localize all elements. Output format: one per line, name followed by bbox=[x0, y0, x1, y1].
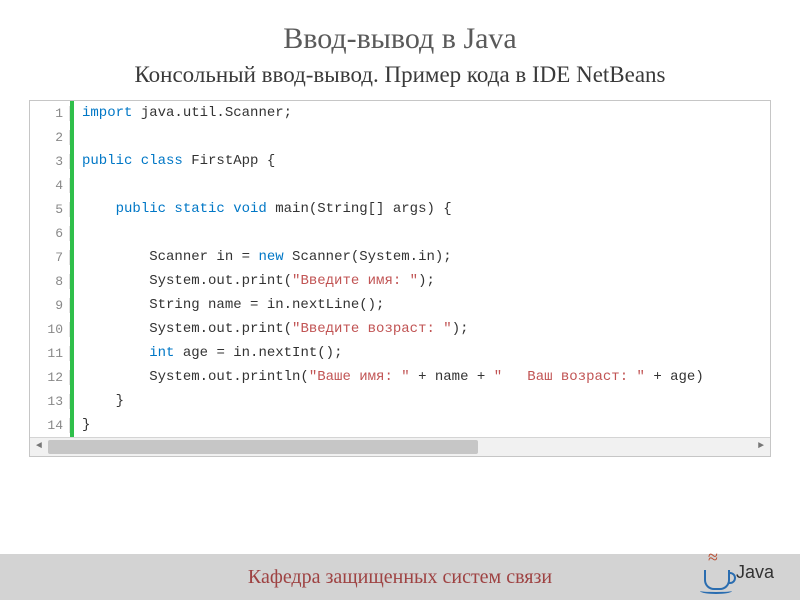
line-number: 9 bbox=[30, 298, 70, 313]
line-number: 13 bbox=[30, 394, 70, 409]
code-line: 11 int age = in.nextInt(); bbox=[30, 341, 770, 365]
code-text: Scanner in = new Scanner(System.in); bbox=[74, 249, 452, 265]
line-number: 5 bbox=[30, 202, 70, 217]
line-number: 10 bbox=[30, 322, 70, 337]
horizontal-scrollbar[interactable]: ◄ ► bbox=[30, 437, 770, 456]
code-line: 2 bbox=[30, 125, 770, 149]
code-line: 7 Scanner in = new Scanner(System.in); bbox=[30, 245, 770, 269]
code-text: } bbox=[74, 393, 124, 409]
saucer-icon bbox=[700, 588, 732, 594]
code-line: 3 public class FirstApp { bbox=[30, 149, 770, 173]
line-number: 11 bbox=[30, 346, 70, 361]
code-line: 1 import java.util.Scanner; bbox=[30, 101, 770, 125]
line-number: 12 bbox=[30, 370, 70, 385]
line-number: 14 bbox=[30, 418, 70, 433]
java-word: Java bbox=[736, 562, 774, 583]
line-number: 7 bbox=[30, 250, 70, 265]
code-text: import java.util.Scanner; bbox=[74, 105, 292, 121]
scroll-thumb[interactable] bbox=[48, 440, 478, 454]
code-line: 8 System.out.print("Введите имя: "); bbox=[30, 269, 770, 293]
change-marker bbox=[70, 173, 74, 197]
change-marker bbox=[70, 221, 74, 245]
code-line: 10 System.out.print("Введите возраст: ")… bbox=[30, 317, 770, 341]
cup-handle-icon bbox=[728, 572, 736, 584]
line-number: 4 bbox=[30, 178, 70, 193]
code-text: System.out.print("Введите имя: "); bbox=[74, 273, 435, 289]
code-text: System.out.print("Введите возраст: "); bbox=[74, 321, 469, 337]
java-logo: ≈ Java bbox=[700, 550, 774, 594]
code-line: 5 public static void main(String[] args)… bbox=[30, 197, 770, 221]
line-number: 8 bbox=[30, 274, 70, 289]
footer-department: Кафедра защищенных систем связи bbox=[248, 566, 552, 589]
line-number: 2 bbox=[30, 130, 70, 145]
code-text: System.out.println("Ваше имя: " + name +… bbox=[74, 369, 704, 385]
code-text: } bbox=[74, 417, 90, 433]
line-number: 6 bbox=[30, 226, 70, 241]
change-marker bbox=[70, 125, 74, 149]
slide-title: Ввод-вывод в Java bbox=[24, 22, 776, 56]
code-text: public static void main(String[] args) { bbox=[74, 201, 452, 217]
slide-body: Ввод-вывод в Java Консольный ввод-вывод.… bbox=[0, 0, 800, 600]
code-text: int age = in.nextInt(); bbox=[74, 345, 342, 361]
code-line: 14} bbox=[30, 413, 770, 437]
scroll-left-icon[interactable]: ◄ bbox=[31, 439, 47, 455]
code-editor: 1 import java.util.Scanner; 2 3 public class… bbox=[29, 100, 771, 457]
code-text: String name = in.nextLine(); bbox=[74, 297, 384, 313]
code-lines: 1 import java.util.Scanner; 2 3 public class… bbox=[30, 101, 770, 437]
code-line: 6 bbox=[30, 221, 770, 245]
line-number: 3 bbox=[30, 154, 70, 169]
code-line: 13 } bbox=[30, 389, 770, 413]
code-line: 12 System.out.println("Ваше имя: " + nam… bbox=[30, 365, 770, 389]
scroll-right-icon[interactable]: ► bbox=[753, 439, 769, 455]
slide-subtitle: Консольный ввод-вывод. Пример кода в IDE… bbox=[24, 62, 776, 88]
line-number: 1 bbox=[30, 106, 70, 121]
steam-icon: ≈ bbox=[708, 550, 726, 568]
coffee-cup-icon: ≈ bbox=[700, 550, 734, 594]
code-line: 4 bbox=[30, 173, 770, 197]
code-line: 9 String name = in.nextLine(); bbox=[30, 293, 770, 317]
footer-bar: Кафедра защищенных систем связи ≈ Java bbox=[0, 554, 800, 600]
code-text: public class FirstApp { bbox=[74, 153, 275, 169]
cup-icon bbox=[704, 570, 730, 590]
